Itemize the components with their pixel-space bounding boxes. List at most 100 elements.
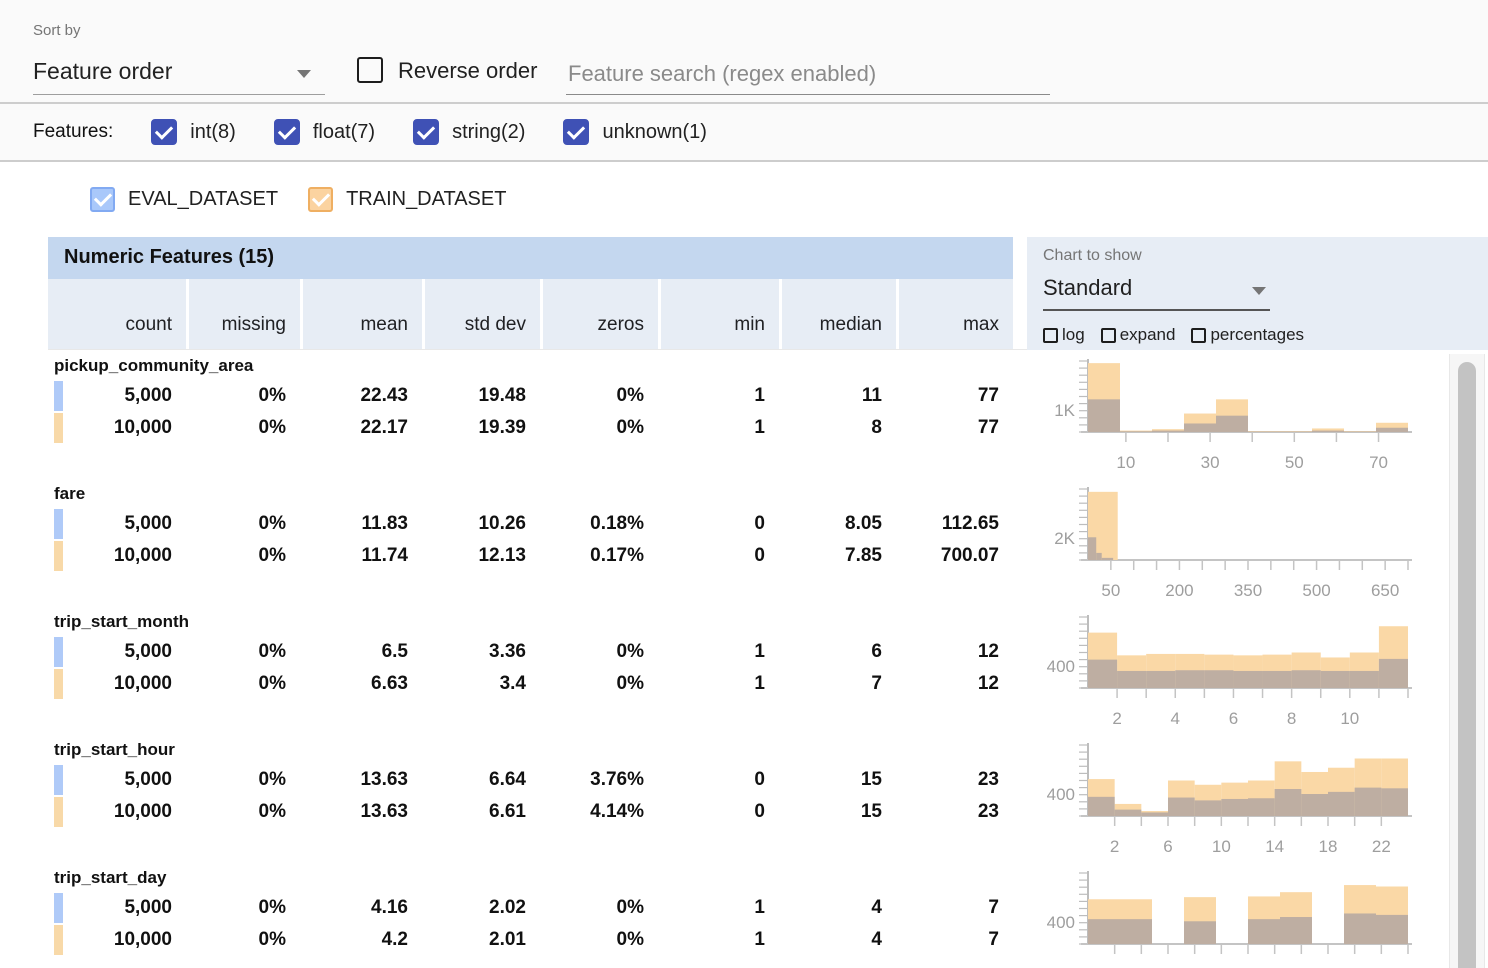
- stat-cell-median: 15: [779, 764, 896, 796]
- dataset-checkbox-eval_dataset[interactable]: [90, 187, 115, 212]
- eval-overlap-bar: [1152, 431, 1184, 432]
- eval-overlap-bar: [1263, 671, 1292, 688]
- chart-option-toggles: logexpandpercentages: [1043, 325, 1320, 345]
- stat-cell-zeros: 0%: [540, 924, 658, 956]
- feature-block-fare: fare5,0000%11.8310.260.18%08.05112.6510,…: [48, 480, 1013, 608]
- stat-cell-missing: 0%: [186, 764, 300, 796]
- eval-overlap-bar: [1321, 671, 1350, 688]
- stat-cell-mean: 4.16: [300, 892, 422, 924]
- checkmark-icon: [417, 121, 435, 139]
- stat-cell-min: 1: [658, 892, 779, 924]
- eval-overlap-bar: [1141, 812, 1168, 816]
- dataset-color-swatch: [54, 765, 63, 795]
- stat-cell-zeros: 0%: [540, 892, 658, 924]
- histogram-trip_start_day[interactable]: 400: [1028, 864, 1452, 968]
- column-header-median: median: [779, 279, 896, 349]
- dataset-color-swatch: [54, 669, 63, 699]
- y-axis-label: 400: [1047, 785, 1075, 804]
- column-header-count: count: [48, 279, 186, 349]
- stat-cell-median: 7.85: [779, 540, 896, 572]
- dataset-color-swatch: [54, 893, 63, 923]
- eval-overlap-bar: [1355, 788, 1382, 816]
- chevron-down-icon: [297, 70, 311, 78]
- column-header-min: min: [658, 279, 779, 349]
- eval-overlap-bar: [1275, 789, 1302, 816]
- eval-overlap-bar: [1344, 913, 1376, 944]
- eval-overlap-bar: [1216, 416, 1248, 432]
- stat-cell-std_dev: 6.64: [422, 764, 540, 796]
- feature-name: pickup_community_area: [48, 352, 1013, 376]
- eval-overlap-bar: [1280, 917, 1312, 944]
- filter-label: unknown(1): [602, 121, 707, 144]
- checkmark-icon: [93, 188, 111, 206]
- filter-checkbox-float7[interactable]: [274, 119, 300, 145]
- stat-cell-std_dev: 3.4: [422, 668, 540, 700]
- stat-cell-count: 5,000: [48, 508, 186, 540]
- chart-option-checkbox-log[interactable]: [1043, 328, 1058, 343]
- checkmark-icon: [311, 188, 329, 206]
- x-tick-label: 6: [1229, 709, 1238, 728]
- chart-option-label: expand: [1120, 325, 1176, 345]
- vertical-scrollbar[interactable]: [1449, 354, 1485, 968]
- stat-cell-count: 5,000: [48, 636, 186, 668]
- histogram-trip_start_hour[interactable]: 4002610141822: [1028, 736, 1452, 864]
- eval-overlap-bar: [1195, 800, 1222, 816]
- stat-cell-mean: 13.63: [300, 796, 422, 828]
- stat-cell-median: 15: [779, 796, 896, 828]
- histogram-trip_start_month[interactable]: 400246810: [1028, 608, 1452, 736]
- filter-checkbox-int8[interactable]: [151, 119, 177, 145]
- stat-cell-zeros: 0%: [540, 668, 658, 700]
- filter-checkbox-string2[interactable]: [413, 119, 439, 145]
- eval-overlap-bar: [1221, 799, 1248, 816]
- stat-cell-missing: 0%: [186, 636, 300, 668]
- stat-cell-missing: 0%: [186, 412, 300, 444]
- stat-cell-mean: 13.63: [300, 764, 422, 796]
- column-header-zeros: zeros: [540, 279, 658, 349]
- stat-cell-median: 8: [779, 412, 896, 444]
- dataset-color-swatch: [54, 637, 63, 667]
- stat-cell-std_dev: 10.26: [422, 508, 540, 540]
- chart-type-value: Standard: [1043, 275, 1132, 301]
- stat-cell-min: 0: [658, 764, 779, 796]
- stat-cell-std_dev: 2.01: [422, 924, 540, 956]
- checkmark-icon: [567, 121, 585, 139]
- y-axis-label: 400: [1047, 657, 1075, 676]
- chart-type-select[interactable]: Standard: [1043, 273, 1270, 311]
- filter-checkbox-unknown1[interactable]: [563, 119, 589, 145]
- stat-cell-min: 1: [658, 924, 779, 956]
- feature-search-input[interactable]: [566, 54, 1050, 95]
- stat-cell-mean: 6.63: [300, 668, 422, 700]
- column-header-max: max: [896, 279, 1013, 349]
- eval-overlap-bar: [1088, 537, 1096, 560]
- stat-row-train: 10,0000%11.7412.130.17%07.85700.07: [48, 540, 1013, 572]
- reverse-order-checkbox[interactable]: [357, 57, 383, 83]
- eval-overlap-bar: [1088, 797, 1115, 816]
- numeric-features-header: Numeric Features (15): [48, 237, 1013, 279]
- x-tick-label: 2: [1112, 709, 1121, 728]
- dataset-checkbox-train_dataset[interactable]: [308, 187, 333, 212]
- stat-cell-min: 0: [658, 540, 779, 572]
- feature-name: trip_start_day: [48, 864, 1013, 888]
- chart-option-checkbox-percentages[interactable]: [1191, 328, 1206, 343]
- x-tick-label: 500: [1302, 581, 1330, 600]
- filter-label: int(8): [190, 121, 236, 144]
- stat-cell-max: 7: [896, 924, 1013, 956]
- stat-cell-min: 1: [658, 412, 779, 444]
- feature-order-select[interactable]: Feature order: [33, 52, 325, 95]
- chevron-down-icon: [1252, 287, 1266, 295]
- eval-overlap-bar: [1350, 671, 1379, 688]
- checkmark-icon: [278, 121, 296, 139]
- stat-row-eval: 5,0000%13.636.643.76%01523: [48, 764, 1013, 796]
- scrollbar-thumb[interactable]: [1458, 362, 1476, 968]
- y-axis-label: 1K: [1054, 401, 1075, 420]
- numeric-features-title: Numeric Features (15): [48, 237, 1013, 269]
- stat-cell-max: 23: [896, 764, 1013, 796]
- toolbar: Sort by Feature order Reverse order: [0, 0, 1488, 104]
- chart-option-checkbox-expand[interactable]: [1101, 328, 1116, 343]
- dataset-legend-item-train_dataset: TRAIN_DATASET: [308, 187, 506, 212]
- stat-cell-zeros: 0.17%: [540, 540, 658, 572]
- chart-controls-panel: Chart to show Standard logexpandpercenta…: [1027, 237, 1488, 350]
- dataset-legend-item-eval_dataset: EVAL_DATASET: [90, 187, 278, 212]
- histogram-pickup_community_area[interactable]: 1K10305070: [1028, 352, 1452, 480]
- histogram-fare[interactable]: 2K50200350500650: [1028, 480, 1452, 608]
